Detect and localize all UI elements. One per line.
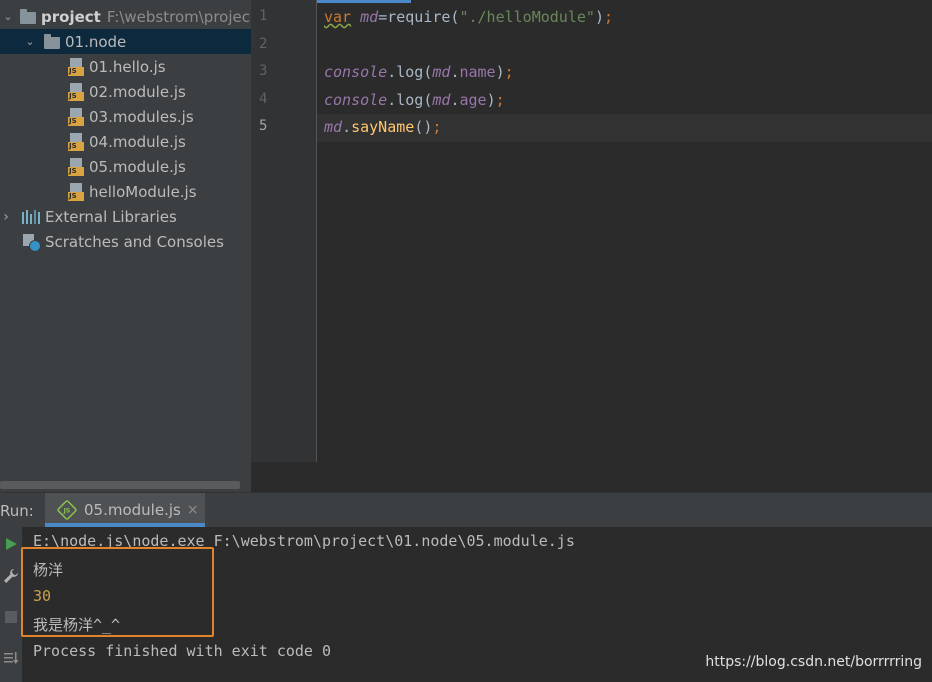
tree-row-file[interactable]: JS helloModule.js [0, 179, 251, 204]
horizontal-scrollbar[interactable] [0, 481, 240, 489]
file-name: 04.module.js [89, 132, 186, 151]
code-token: . [342, 118, 352, 136]
project-path: F:\webstrom\projec [106, 7, 250, 26]
folder-name: 01.node [65, 32, 127, 51]
code-line-3[interactable]: console.log(md.name); [324, 63, 514, 81]
file-name: 01.hello.js [89, 57, 166, 76]
folder-icon [20, 9, 36, 24]
run-tab-label: 05.module.js [84, 501, 181, 519]
code-token: ) [594, 8, 604, 26]
external-libraries-label: External Libraries [45, 207, 177, 226]
object: console [324, 63, 388, 81]
tree-row-file[interactable]: JS 03.modules.js [0, 104, 251, 129]
scratches-label: Scratches and Consoles [45, 232, 224, 251]
project-panel: ⌄ project F:\webstrom\projec ⌄ 01.node J… [0, 0, 251, 492]
tree-row-folder-01-node[interactable]: ⌄ 01.node [0, 29, 251, 54]
js-file-icon: JS [68, 132, 84, 151]
code-token: ) [495, 63, 505, 81]
chevron-right-icon[interactable]: › [0, 209, 12, 225]
tree-row-project-root[interactable]: ⌄ project F:\webstrom\projec [0, 4, 251, 29]
code-token: =require( [378, 8, 460, 26]
code-token: () [414, 118, 433, 136]
line-number: 1 [259, 8, 268, 24]
file-name: 05.module.js [89, 157, 186, 176]
js-file-icon: JS [68, 182, 84, 201]
keyword: var [324, 8, 352, 26]
chevron-down-icon[interactable]: ⌄ [2, 10, 14, 23]
tree-row-file[interactable]: JS 04.module.js [0, 129, 251, 154]
code-token: ) [486, 91, 496, 109]
tree-row-file[interactable]: JS 02.module.js [0, 79, 251, 104]
nodejs-icon: JS [56, 499, 78, 521]
wrench-icon[interactable] [2, 567, 20, 585]
line-number: 2 [259, 36, 268, 52]
code-editor[interactable]: 1 2 3 4 5 var md=require("./helloModule"… [251, 0, 932, 492]
tree-row-file[interactable]: JS 01.hello.js [0, 54, 251, 79]
string-literal: "./helloModule" [459, 8, 595, 26]
run-label: Run: [0, 502, 34, 520]
close-icon[interactable]: × [187, 502, 199, 518]
run-panel-header: Run: JS 05.module.js × [0, 492, 932, 527]
rerun-icon[interactable] [2, 535, 20, 553]
line-number: 3 [259, 63, 268, 79]
tree-row-scratches[interactable]: Scratches and Consoles [0, 229, 251, 254]
code-token: .log( [387, 91, 433, 109]
line-number-gutter: 1 2 3 4 5 [251, 0, 317, 462]
scroll-to-end-icon[interactable] [2, 649, 20, 667]
property: name [459, 63, 496, 81]
project-name: project [41, 7, 101, 26]
file-name: 02.module.js [89, 82, 186, 101]
variable: md [360, 8, 379, 26]
variable: md [432, 63, 451, 81]
semicolon: ; [603, 8, 613, 26]
js-file-icon: JS [68, 57, 84, 76]
code-line-1[interactable]: var md=require("./helloModule"); [324, 8, 613, 26]
output-highlight-box [21, 547, 214, 637]
line-number: 4 [259, 91, 268, 107]
code-token: .log( [387, 63, 433, 81]
code-line-4[interactable]: console.log(md.age); [324, 91, 505, 109]
watermark: https://blog.csdn.net/borrrrring [705, 654, 922, 670]
property: age [459, 91, 487, 109]
semicolon: ; [504, 63, 514, 81]
chevron-down-icon[interactable]: ⌄ [24, 35, 36, 48]
run-tab[interactable]: JS 05.module.js × [45, 493, 205, 527]
code-line-5[interactable]: md.sayName(); [324, 118, 441, 136]
tree-row-file[interactable]: JS 05.module.js [0, 154, 251, 179]
js-file-icon: JS [68, 107, 84, 126]
semicolon: ; [495, 91, 505, 109]
console-exit-line: Process finished with exit code 0 [33, 642, 332, 660]
semicolon: ; [432, 118, 442, 136]
line-number-current: 5 [259, 118, 268, 134]
function-call: sayName [351, 118, 415, 136]
variable: md [324, 118, 343, 136]
js-file-icon: JS [68, 157, 84, 176]
variable: md [432, 91, 451, 109]
file-name: helloModule.js [89, 182, 197, 201]
file-name: 03.modules.js [89, 107, 194, 126]
js-file-icon: JS [68, 82, 84, 101]
library-icon [22, 209, 40, 224]
tree-row-external-libraries[interactable]: › External Libraries [0, 204, 251, 229]
run-toolbar [0, 527, 22, 682]
stop-icon[interactable] [2, 608, 20, 626]
scratches-icon [22, 233, 41, 252]
folder-icon [44, 34, 60, 49]
object: console [324, 91, 388, 109]
